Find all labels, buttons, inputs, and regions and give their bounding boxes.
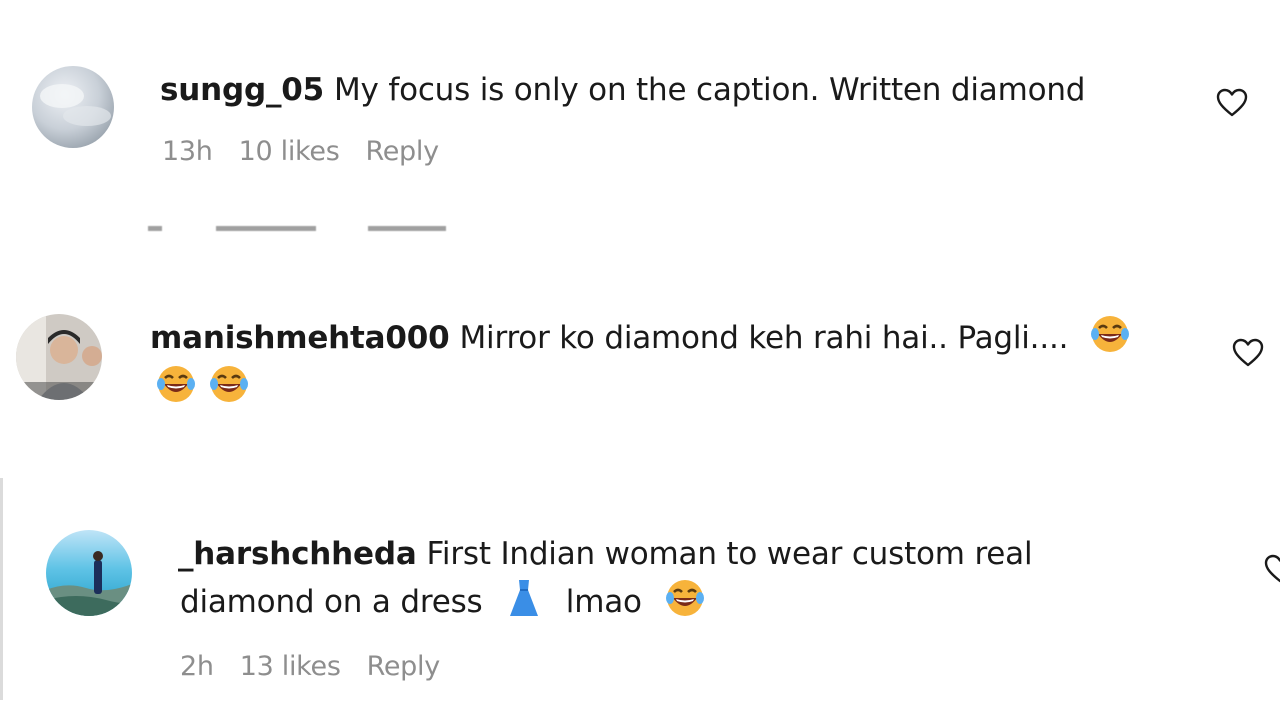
- cloudy-sky-avatar: [32, 66, 114, 148]
- comment-text: sungg_05 My focus is only on the caption.…: [160, 66, 1085, 114]
- comment-likes[interactable]: 13 likes: [240, 651, 341, 682]
- partially-hidden-meta-row: [146, 222, 456, 242]
- comment-body: Mirror ko diamond keh rahi hai.. Pagli..…: [459, 320, 1069, 356]
- comment-meta: 2h 13 likes Reply: [180, 651, 466, 682]
- blurred-text-fragment: [148, 226, 446, 231]
- like-heart-icon[interactable]: [1216, 88, 1248, 118]
- like-heart-icon[interactable]: [1232, 338, 1264, 368]
- comment-username[interactable]: _harshchheda: [178, 536, 417, 572]
- face-with-tears-of-joy-icon: [1090, 316, 1129, 352]
- face-with-tears-of-joy-icon: [666, 580, 705, 616]
- clipped-previous-meta: [370, 0, 394, 4]
- emoji-row: [152, 364, 249, 404]
- face-with-tears-of-joy-icon: [157, 366, 195, 402]
- comment-time[interactable]: 13h: [162, 136, 213, 167]
- comment-body-line2: diamond on a dress: [180, 584, 483, 620]
- comment-body-line1: First Indian woman to wear custom real: [426, 536, 1033, 572]
- comment-meta: 13h 10 likes Reply: [162, 136, 465, 167]
- comments-panel: sungg_05 My focus is only on the caption.…: [0, 0, 1280, 720]
- comment-text-line2: diamond on a dress lmao: [180, 578, 705, 626]
- comment-time[interactable]: 2h: [180, 651, 214, 682]
- avatar[interactable]: [46, 530, 132, 616]
- reply-button[interactable]: Reply: [367, 651, 441, 682]
- comment-body: My focus is only on the caption. Written…: [334, 72, 1086, 108]
- like-heart-icon[interactable]: [1264, 554, 1280, 584]
- avatar[interactable]: [16, 314, 102, 400]
- comment-likes[interactable]: 10 likes: [239, 136, 340, 167]
- beach-photo-avatar: [46, 530, 132, 616]
- reply-button[interactable]: Reply: [365, 136, 439, 167]
- avatar[interactable]: [32, 66, 114, 148]
- comment-text: manishmehta000 Mirror ko diamond keh rahi…: [150, 314, 1130, 362]
- comment-username[interactable]: sungg_05: [160, 72, 324, 108]
- face-with-tears-of-joy-icon: [210, 366, 249, 402]
- comment-body-suffix: lmao: [565, 584, 642, 620]
- blue-dress-icon: [510, 580, 539, 616]
- comment-username[interactable]: manishmehta000: [150, 320, 450, 356]
- comment-text: _harshchheda First Indian woman to wear c…: [178, 530, 1033, 578]
- divider-bar: [0, 478, 3, 700]
- person-photo-avatar: [16, 314, 102, 400]
